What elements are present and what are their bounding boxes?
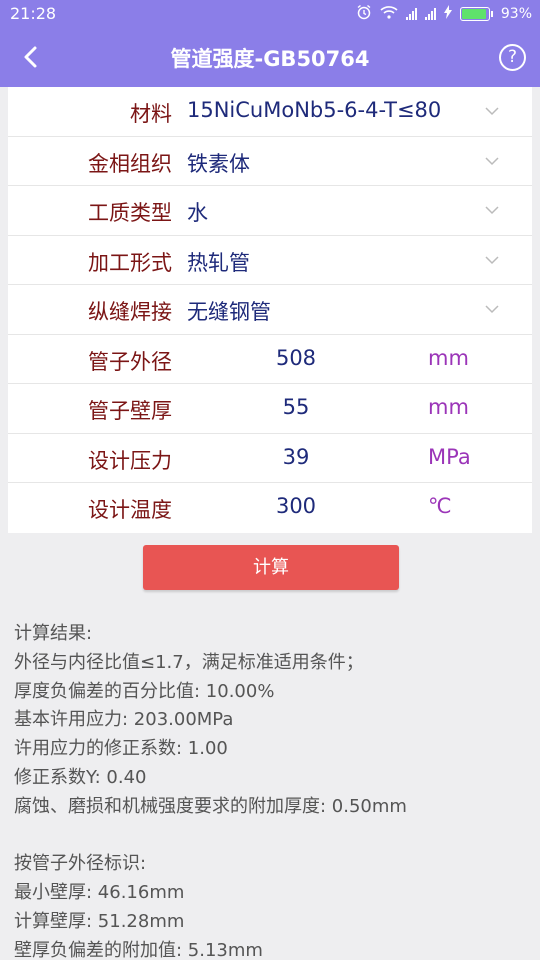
page-title: 管道强度-GB50764 [170,47,370,71]
material-label: 材料 [130,102,172,126]
signal-icon-2 [424,8,436,20]
design-pressure-unit: MPa [428,444,471,469]
app-bar: 管道强度-GB50764 ? [0,28,540,87]
result-line: 基本许用应力: 203.00MPa [14,709,234,731]
wall-thickness-unit: mm [428,395,469,419]
wall-thickness-label: 管子壁厚 [88,399,172,423]
results-panel: 计算结果: 外径与内径比值≤1.7，满足标准适用条件； 厚度负偏差的百分比值: … [14,620,534,960]
status-icons: 93% [356,4,532,24]
design-temp-unit: ℃ [428,494,452,518]
design-temp-label: 设计温度 [88,498,172,522]
medium-label: 工质类型 [88,201,172,225]
wifi-icon [380,5,398,23]
result-line: 修正系数Y: 0.40 [14,766,147,788]
material-value: 15NiCuMoNb5-6-4-T≤80 [187,98,442,122]
phase-value: 铁素体 [187,151,250,176]
result-line: 计算壁厚: 51.28mm [14,910,185,932]
wall-thickness-row: 管子壁厚 55 mm [8,384,532,434]
battery-percent: 93% [500,6,532,22]
phase-label: 金相组织 [88,151,172,176]
design-pressure-input[interactable]: 39 [246,445,346,469]
wall-thickness-input[interactable]: 55 [246,395,346,419]
result-line: 按管子外径标识: [14,853,147,875]
material-select[interactable]: 材料 15NiCuMoNb5-6-4-T≤80 [8,87,532,137]
outer-diameter-unit: mm [428,345,469,370]
outer-diameter-input[interactable]: 508 [246,346,346,370]
medium-value: 水 [187,201,208,225]
phase-select[interactable]: 金相组织 铁素体 [8,137,532,186]
design-pressure-row: 设计压力 39 MPa [8,434,532,483]
weld-select[interactable]: 纵缝焊接 无缝钢管 [8,285,532,335]
signal-icon [405,8,417,20]
design-pressure-label: 设计压力 [88,448,172,473]
weld-value: 无缝钢管 [187,300,271,324]
chevron-down-icon [485,156,499,165]
outer-diameter-label: 管子外径 [88,349,172,374]
process-select[interactable]: 加工形式 热轧管 [8,236,532,285]
weld-label: 纵缝焊接 [88,300,172,324]
chevron-down-icon [485,107,499,116]
charging-icon [443,5,452,23]
chevron-down-icon [485,305,499,314]
result-line: 许用应力的修正系数: 1.00 [14,738,228,760]
result-line: 腐蚀、磨损和机械强度要求的附加厚度: 0.50mm [14,795,407,817]
process-label: 加工形式 [88,250,172,275]
design-temp-row: 设计温度 300 ℃ [8,483,532,533]
result-line: 计算结果: [14,623,93,644]
battery-icon [459,7,493,21]
result-line: 外径与内径比值≤1.7，满足标准适用条件； [14,651,364,673]
result-line: 厚度负偏差的百分比值: 10.00% [14,680,275,702]
outer-diameter-row: 管子外径 508 mm [8,335,532,384]
status-time: 21:28 [10,4,57,23]
chevron-down-icon [485,206,499,215]
result-spacer [14,822,534,851]
result-line: 最小壁厚: 46.16mm [14,882,185,904]
status-bar: 21:28 93% [0,0,540,28]
medium-select[interactable]: 工质类型 水 [8,186,532,236]
calculate-button[interactable]: 计算 [143,545,399,590]
chevron-down-icon [485,255,499,264]
design-temp-input[interactable]: 300 [246,494,346,518]
result-line: 壁厚负偏差的附加值: 5.13mm [14,939,263,960]
input-form: 材料 15NiCuMoNb5-6-4-T≤80 金相组织 铁素体 工质类型 水 … [8,87,532,533]
alarm-icon [356,4,372,24]
process-value: 热轧管 [187,250,250,275]
help-icon[interactable]: ? [499,44,526,71]
